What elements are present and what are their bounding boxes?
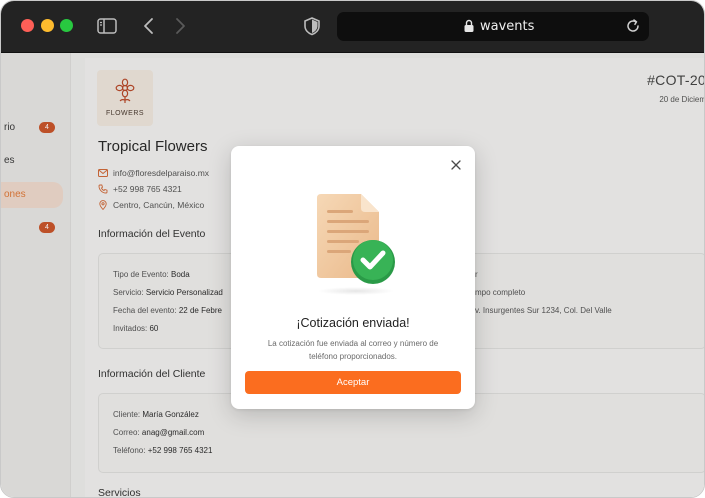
dialog-message: La cotización fue enviada al correo y nú… — [267, 339, 439, 361]
back-arrow-icon[interactable] — [138, 15, 160, 37]
minimize-window-button[interactable] — [41, 19, 54, 32]
maximize-window-button[interactable] — [60, 19, 73, 32]
dialog-title: ¡Cotización enviada! — [296, 316, 410, 330]
browser-window: wavents rio 4 es ones 4 FLOWERS #COT-20 … — [0, 0, 705, 498]
reload-icon[interactable] — [625, 18, 641, 34]
sidebar-toggle-icon[interactable] — [96, 15, 118, 37]
quote-sent-dialog: ¡Cotización enviada! La cotización fue e… — [231, 146, 475, 409]
url-text: wavents — [480, 19, 535, 34]
address-bar[interactable]: wavents — [337, 12, 649, 41]
browser-toolbar: wavents — [1, 1, 704, 53]
accept-button[interactable]: Aceptar — [245, 371, 461, 394]
lock-icon — [463, 19, 475, 33]
shield-icon[interactable] — [301, 15, 323, 37]
forward-arrow-icon[interactable] — [169, 15, 191, 37]
close-icon[interactable] — [450, 158, 462, 170]
close-window-button[interactable] — [21, 19, 34, 32]
document-check-icon — [313, 188, 399, 296]
